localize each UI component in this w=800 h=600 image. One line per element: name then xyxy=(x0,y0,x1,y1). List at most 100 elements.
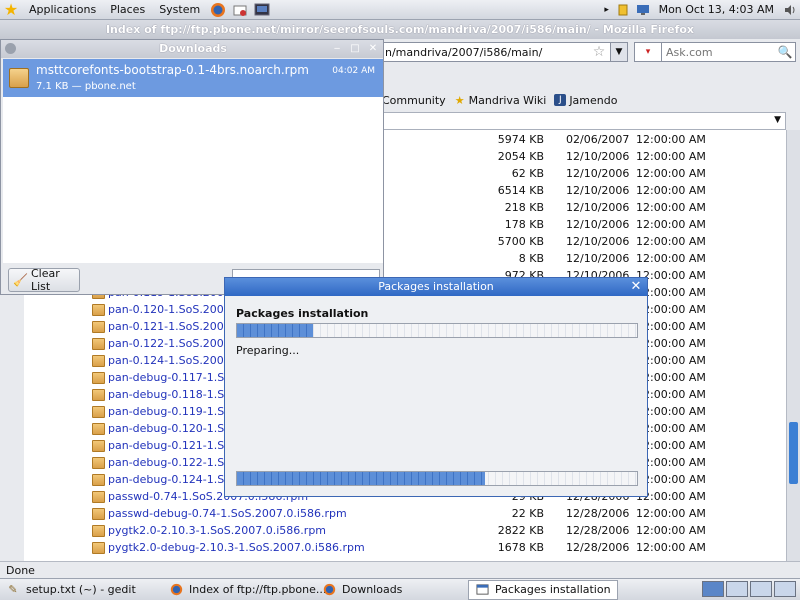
download-item[interactable]: msttcorefonts-bootstrap-0.1-4brs.noarch.… xyxy=(3,59,383,97)
file-link[interactable]: pan-0.124-1.SoS.2007. xyxy=(108,354,234,367)
workspace-4[interactable] xyxy=(774,581,796,597)
file-size: 218 KB xyxy=(504,201,544,214)
file-time: 12:00:00 AM xyxy=(636,541,706,554)
package-icon xyxy=(92,389,105,401)
firefox-launcher-icon[interactable] xyxy=(209,1,227,19)
file-size: 22 KB xyxy=(511,507,544,520)
places-menu[interactable]: Places xyxy=(103,0,152,20)
file-link[interactable]: pan-0.120-1.SoS.2007. xyxy=(108,303,234,316)
firefox-icon xyxy=(170,583,183,597)
file-size: 5974 KB xyxy=(497,133,544,146)
vertical-scrollbar[interactable] xyxy=(786,130,800,561)
file-link[interactable]: pan-debug-0.124-1.SoS. xyxy=(108,473,241,486)
bookmark-jamendo[interactable]: J Jamendo xyxy=(554,94,617,107)
clear-list-button[interactable]: 🧹 Clear List xyxy=(8,267,80,293)
download-meta: 7.1 KB — pbone.net xyxy=(36,81,136,92)
workspace-1[interactable] xyxy=(702,581,724,597)
file-date: 12/10/2006 xyxy=(566,235,630,248)
task-gedit[interactable]: ✎ setup.txt (~) - gedit xyxy=(0,580,160,600)
terminal-launcher-icon[interactable] xyxy=(253,1,271,19)
file-link[interactable]: pan-debug-0.119-1.SoS. xyxy=(108,405,241,418)
package-icon xyxy=(92,525,105,537)
bookmark-mandriva-wiki[interactable]: ★ Mandriva Wiki xyxy=(454,94,547,107)
chevron-down-icon[interactable]: ▼ xyxy=(774,115,781,125)
file-link[interactable]: pan-debug-0.117-1.SoS. xyxy=(108,371,241,384)
close-icon[interactable]: ✕ xyxy=(367,42,379,55)
mail-launcher-icon[interactable] xyxy=(231,1,249,19)
file-link[interactable]: pan-0.121-1.SoS.2007. xyxy=(108,320,234,333)
tray-expand-icon[interactable]: ▸ xyxy=(603,2,611,18)
file-date: 12/10/2006 xyxy=(566,218,630,231)
bookmark-star-icon[interactable]: ☆ xyxy=(591,44,607,60)
applications-menu[interactable]: Applications xyxy=(22,0,103,20)
firefox-icon xyxy=(322,583,336,597)
update-notifier-icon[interactable] xyxy=(615,2,631,18)
workspace-2[interactable] xyxy=(726,581,748,597)
package-icon xyxy=(92,508,105,520)
task-packages-installation[interactable]: Packages installation xyxy=(468,579,618,600)
dialog-heading: Packages installation xyxy=(236,307,369,320)
file-link[interactable]: pan-debug-0.122-1.SoS. xyxy=(108,456,241,469)
package-icon xyxy=(92,304,105,316)
package-icon xyxy=(92,457,105,469)
packages-installation-dialog: Packages installation ✕ Packages install… xyxy=(224,277,648,497)
maximize-icon[interactable]: □ xyxy=(349,42,361,55)
package-icon xyxy=(92,423,105,435)
url-dropdown-button[interactable]: ▼ xyxy=(610,42,628,62)
file-link[interactable]: pygtk2.0-2.10.3-1.SoS.2007.0.i586.rpm xyxy=(108,524,326,537)
table-row: passwd-debug-0.74-1.SoS.2007.0.i586.rpm 2… xyxy=(24,506,786,523)
file-link[interactable]: pan-debug-0.121-1.SoS. xyxy=(108,439,241,452)
file-size: 2822 KB xyxy=(497,524,544,537)
jamendo-icon: J xyxy=(554,94,567,106)
file-time: 12:00:00 AM xyxy=(636,218,706,231)
workspace-3[interactable] xyxy=(750,581,772,597)
status-bar: Done xyxy=(0,561,800,578)
file-link[interactable]: pan-debug-0.120-1.SoS. xyxy=(108,422,241,435)
package-icon xyxy=(9,68,29,88)
network-icon[interactable] xyxy=(635,2,651,18)
task-firefox[interactable]: Index of ftp://ftp.pbone... xyxy=(164,580,326,600)
dialog-title: Packages installation xyxy=(378,280,494,293)
file-time: 12:00:00 AM xyxy=(636,252,706,265)
progress-bar-bottom xyxy=(236,471,638,486)
gedit-icon: ✎ xyxy=(8,583,18,596)
file-size: 6514 KB xyxy=(497,184,544,197)
search-engine-selector[interactable]: ▾ xyxy=(634,42,662,62)
progress-fill-top xyxy=(237,324,313,337)
volume-icon[interactable] xyxy=(782,2,798,18)
clock[interactable]: Mon Oct 13, 4:03 AM xyxy=(653,3,780,16)
download-filename: msttcorefonts-bootstrap-0.1-4brs.noarch.… xyxy=(36,63,309,77)
close-icon[interactable]: ✕ xyxy=(629,278,643,296)
file-time: 12:00:00 AM xyxy=(636,201,706,214)
file-link[interactable]: passwd-debug-0.74-1.SoS.2007.0.i586.rpm xyxy=(108,507,347,520)
file-date: 12/28/2006 xyxy=(566,541,630,554)
search-input[interactable] xyxy=(662,43,774,61)
downloads-list: msttcorefonts-bootstrap-0.1-4brs.noarch.… xyxy=(3,59,383,263)
package-icon xyxy=(92,355,105,367)
file-size: 2054 KB xyxy=(497,150,544,163)
download-time: 04:02 AM xyxy=(332,66,375,76)
downloads-titlebar[interactable]: Downloads ‒ □ ✕ xyxy=(1,40,383,58)
package-icon xyxy=(92,321,105,333)
file-time: 12:00:00 AM xyxy=(636,184,706,197)
file-size: 62 KB xyxy=(511,167,544,180)
package-icon xyxy=(92,372,105,384)
file-date: 12/10/2006 xyxy=(566,252,630,265)
task-downloads[interactable]: Downloads xyxy=(316,580,464,600)
mandriva-star-icon[interactable]: ★ xyxy=(0,0,22,20)
minimize-icon[interactable]: ‒ xyxy=(331,42,343,55)
bookmark-community[interactable]: Community xyxy=(382,94,446,107)
table-row: pygtk2.0-debug-2.10.3-1.SoS.2007.0.i586.… xyxy=(24,540,786,557)
package-icon xyxy=(92,338,105,350)
content-header-bar: ▼ xyxy=(382,112,786,130)
search-magnifier-icon[interactable]: 🔍 xyxy=(777,44,793,60)
file-link[interactable]: pan-0.122-1.SoS.2007. xyxy=(108,337,234,350)
file-date: 12/28/2006 xyxy=(566,524,630,537)
file-link[interactable]: pygtk2.0-debug-2.10.3-1.SoS.2007.0.i586.… xyxy=(108,541,365,554)
dialog-titlebar[interactable]: Packages installation ✕ xyxy=(225,278,647,296)
file-date: 12/10/2006 xyxy=(566,167,630,180)
file-link[interactable]: pan-debug-0.118-1.SoS. xyxy=(108,388,241,401)
system-menu[interactable]: System xyxy=(152,0,207,20)
scrollbar-thumb[interactable] xyxy=(789,422,798,484)
search-box[interactable]: 🔍 xyxy=(662,42,796,62)
